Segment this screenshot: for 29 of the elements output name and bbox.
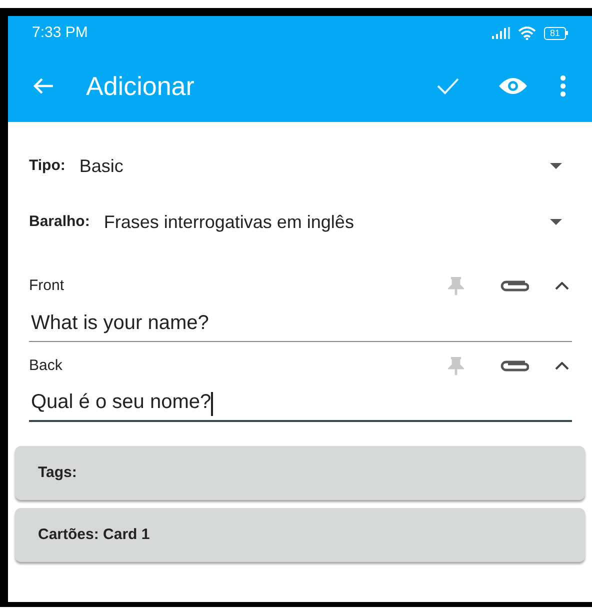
paperclip-icon: [499, 279, 529, 293]
dropdown-arrow-icon: [550, 219, 562, 225]
paperclip-icon: [499, 359, 529, 373]
dropdown-arrow-icon: [550, 163, 562, 169]
status-time: 7:33 PM: [32, 22, 88, 43]
dropdown[interactable]: Baralho: Frases interrogativas em inglês: [8, 194, 592, 250]
wifi-icon: [518, 26, 536, 40]
text-field[interactable]: What is your name?: [29, 308, 572, 342]
chevron-up-icon: [555, 362, 569, 370]
dropdown-value: Frases interrogativas em inglês: [104, 210, 354, 234]
pin-icon: [448, 356, 464, 376]
signal-icon: [492, 27, 510, 39]
field-label: Back: [29, 356, 62, 376]
dropdown-label: Tipo:: [29, 156, 66, 176]
eye-icon: [498, 77, 528, 95]
pin-icon: [448, 276, 464, 296]
dropdown-value: Basic: [79, 154, 124, 178]
check-icon: [436, 77, 460, 95]
chevron-up-icon: [555, 282, 569, 290]
field-label: Front: [29, 276, 64, 296]
battery-level: 81: [544, 26, 566, 40]
card-button[interactable]: Cartões: Card 1: [15, 508, 585, 562]
card-button[interactable]: Tags:: [15, 446, 585, 500]
text-field[interactable]: Qual é o seu nome?: [29, 388, 572, 422]
dropdown[interactable]: Tipo: Basic: [8, 138, 592, 194]
toolbar-title: Adicionar: [86, 70, 194, 102]
menu-icon: [560, 75, 566, 97]
back-arrow-icon: [32, 77, 54, 95]
dropdown-label: Baralho:: [29, 212, 90, 232]
